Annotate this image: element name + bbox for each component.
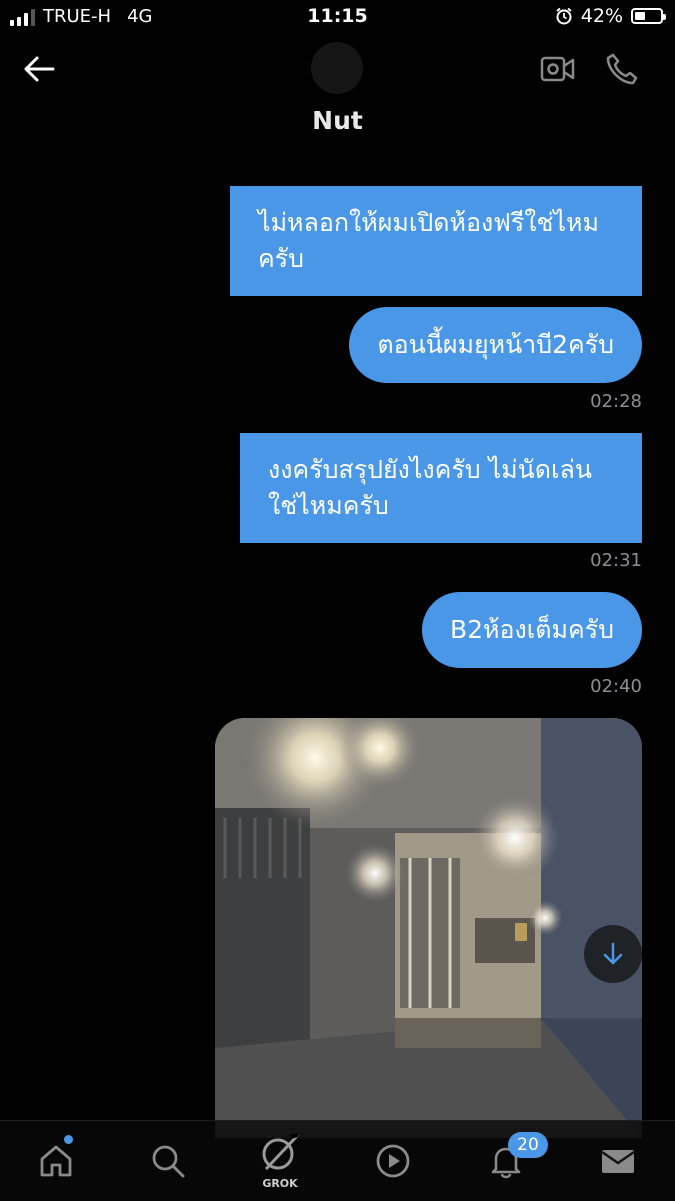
message-text: ไม่หลอกให้ผมเปิดห้องฟรีใช่ไหม xyxy=(258,208,600,237)
conversation-header: Nut xyxy=(0,34,675,150)
grok-icon xyxy=(262,1133,300,1171)
bottom-tab-bar xyxy=(0,1120,675,1201)
video-icon xyxy=(376,1144,410,1178)
search-icon xyxy=(152,1145,185,1178)
status-right: 42% xyxy=(555,5,666,27)
alarm-icon xyxy=(556,7,572,25)
message-bubble[interactable]: ไม่หลอกให้ผมเปิดห้องฟรีใช่ไหม ครับ xyxy=(230,186,642,296)
battery-level xyxy=(635,12,645,20)
message-text: ครับ xyxy=(258,244,305,273)
avatar[interactable] xyxy=(311,42,363,94)
grok-label: GROK xyxy=(262,1177,298,1190)
message-bubble[interactable]: ตอนนี้ผมยุหน้าบี2ครับ xyxy=(349,307,642,383)
message-timestamp: 02:28 xyxy=(590,391,642,412)
status-bar: TRUE-H 4G 11:15 42% xyxy=(0,0,675,34)
photo-attachment[interactable] xyxy=(215,718,642,1138)
video-camera-icon[interactable] xyxy=(540,52,576,86)
contact-name[interactable]: Nut xyxy=(0,106,675,135)
notification-badge: 20 xyxy=(508,1132,548,1158)
tab-search[interactable] xyxy=(128,1121,208,1201)
message-timestamp: 02:40 xyxy=(590,676,642,697)
message-bubble[interactable]: งงครับสรุปยังไงครับ ไม่นัดเล่น ใช่ไหมครั… xyxy=(240,433,642,543)
tab-messages[interactable] xyxy=(578,1121,658,1201)
battery-percent: 42% xyxy=(580,5,623,27)
phone-icon[interactable] xyxy=(605,52,639,86)
tab-video[interactable] xyxy=(353,1121,433,1201)
message-text: ใช่ไหมครับ xyxy=(268,491,389,520)
messages-icon xyxy=(601,1150,635,1173)
message-text: งงครับสรุปยังไงครับ ไม่นัดเล่น xyxy=(268,455,592,484)
message-text: ตอนนี้ผมยุหน้าบี2ครับ xyxy=(377,330,614,359)
back-arrow-icon[interactable] xyxy=(22,54,56,84)
arrow-down-icon xyxy=(603,942,623,965)
message-text: B2ห้องเต็มครับ xyxy=(449,615,614,644)
home-icon xyxy=(40,1145,72,1177)
home-unread-dot xyxy=(64,1135,73,1144)
battery-icon xyxy=(631,8,666,24)
message-timestamp: 02:31 xyxy=(590,550,642,571)
scroll-to-bottom-button[interactable] xyxy=(584,925,642,983)
tab-home[interactable] xyxy=(16,1121,96,1201)
photo-image xyxy=(215,718,642,1138)
message-bubble[interactable]: B2ห้องเต็มครับ xyxy=(421,592,642,668)
